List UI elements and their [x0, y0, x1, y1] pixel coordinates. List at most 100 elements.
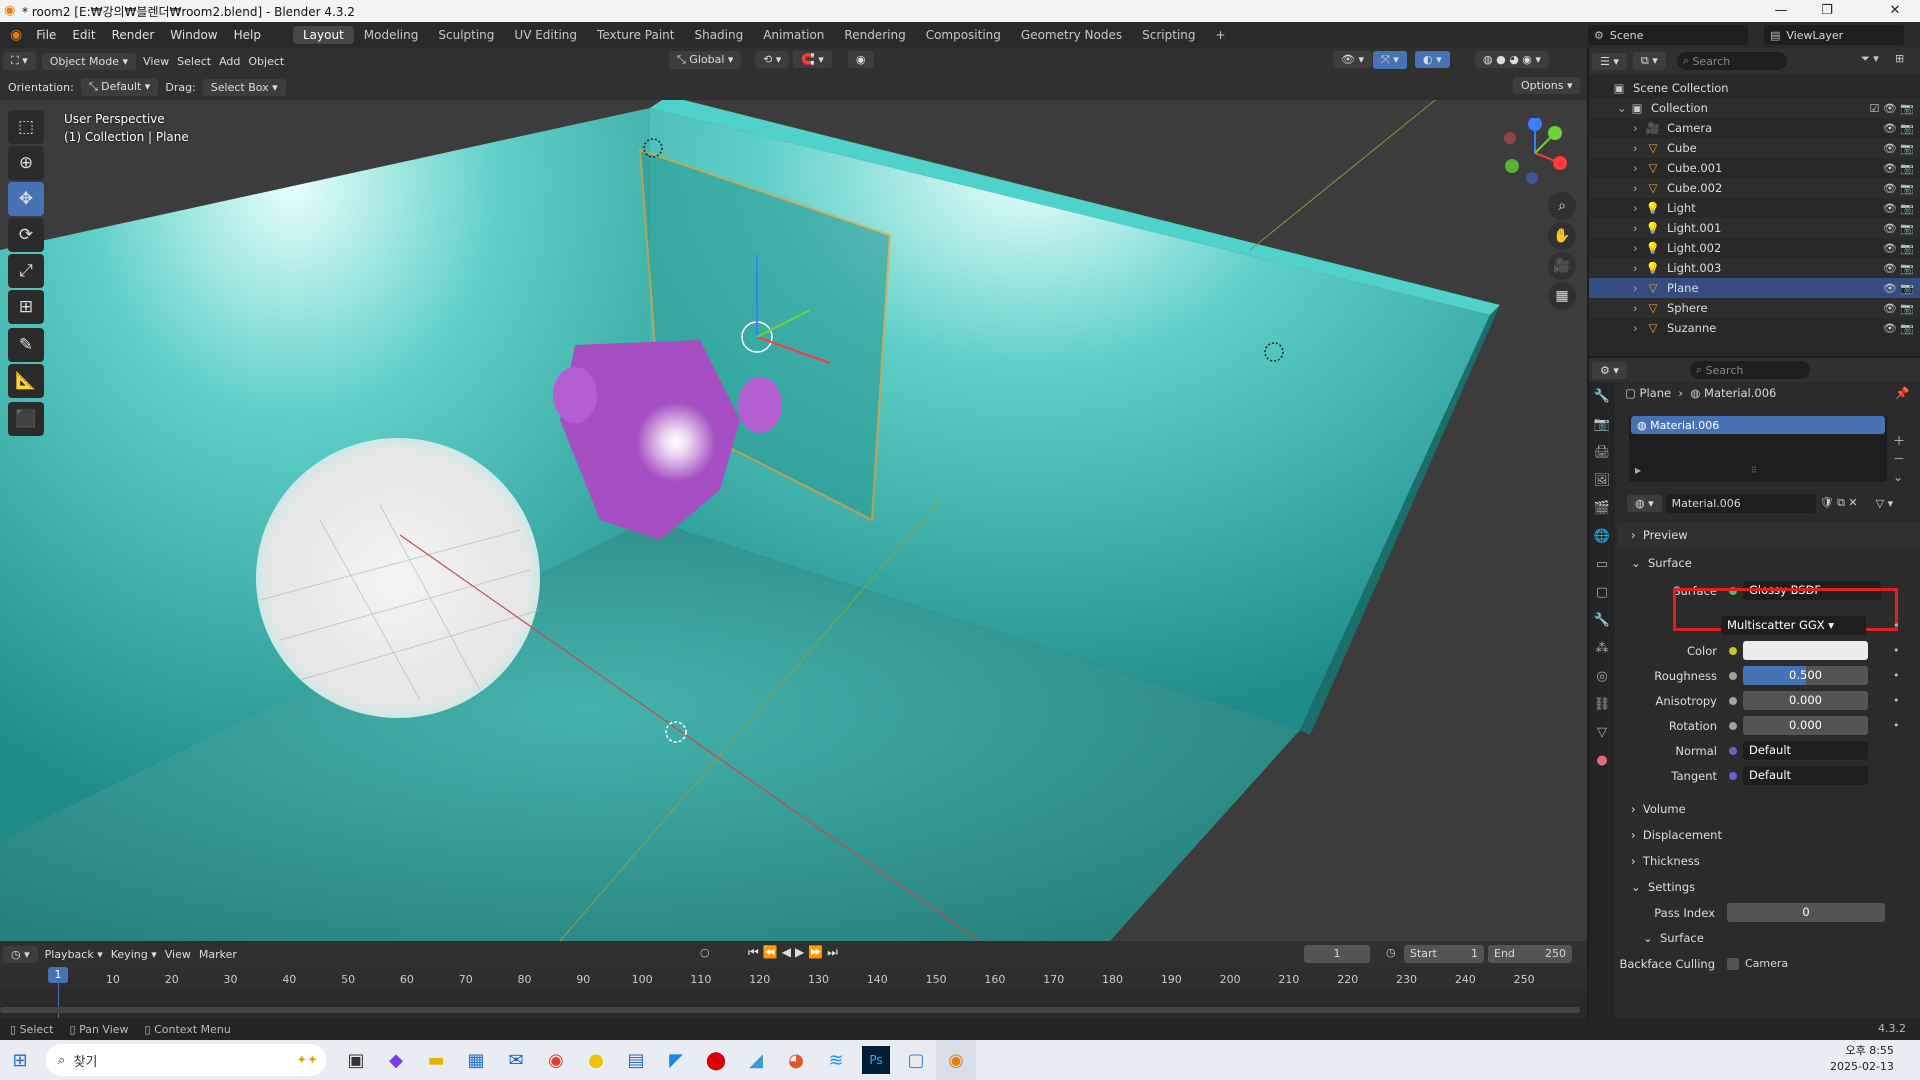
displacement-panel-header[interactable]: › Displacement [1617, 822, 1920, 848]
tab-uv-editing[interactable]: UV Editing [504, 26, 587, 44]
tab-shading[interactable]: Shading [684, 26, 753, 44]
volume-panel-header[interactable]: › Volume [1617, 796, 1920, 822]
orientation-dropdown[interactable]: ⤡ Default ▾ [80, 78, 159, 96]
distribution-dropdown[interactable]: Multiscatter GGX ▾ [1721, 616, 1866, 635]
number-field[interactable]: 0.000 [1743, 716, 1868, 735]
rotate-icon[interactable]: ⟳ [8, 218, 44, 252]
chevron-right-icon[interactable]: › [1633, 321, 1645, 335]
menu-help[interactable]: Help [226, 28, 269, 42]
photoshop-icon[interactable]: Ps [862, 1046, 890, 1074]
visibility-toggles[interactable]: 👁 📷 [1883, 322, 1914, 335]
camera-view-icon[interactable]: 🎥 [1548, 252, 1576, 280]
menu-object[interactable]: Object [248, 55, 284, 68]
tab-modeling[interactable]: Modeling [354, 26, 429, 44]
color-field[interactable] [1743, 641, 1868, 660]
menu-file[interactable]: File [28, 28, 64, 42]
visibility-toggles[interactable]: 👁 📷 [1883, 142, 1914, 155]
tab-animation[interactable]: Animation [753, 26, 834, 44]
3d-viewport[interactable] [0, 100, 1587, 941]
menu-keying[interactable]: Keying ▾ [111, 948, 157, 961]
timeline-editor-type[interactable]: ◷ ▾ [3, 945, 38, 963]
material-name-field[interactable]: Material.006 [1665, 493, 1816, 513]
menu-timeline-view[interactable]: View [165, 948, 191, 961]
taskbar-search[interactable]: ⌕ 찾기 ✦✦ [46, 1044, 326, 1076]
windows-start-icon[interactable]: ⊞ [0, 1040, 40, 1080]
scale-icon[interactable]: ⤢ [8, 254, 44, 288]
tab-compositing[interactable]: Compositing [916, 26, 1011, 44]
file-explorer-icon[interactable]: ▬ [416, 1040, 456, 1080]
visibility-toggles[interactable]: 👁 📷 [1883, 302, 1914, 315]
select-box-icon[interactable]: ⬚ [8, 110, 44, 144]
settings-panel-header[interactable]: ⌄ Settings [1617, 874, 1920, 900]
add-workspace-icon[interactable]: + [1206, 26, 1236, 44]
keyframe-icon[interactable]: • [1893, 669, 1900, 682]
playback-controls[interactable]: ⏮⏪◀▶⏩⏭ [748, 945, 842, 960]
outlook-icon[interactable]: ✉ [496, 1040, 536, 1080]
tab-rendering[interactable]: Rendering [834, 26, 915, 44]
visibility-toggles[interactable]: 👁 📷 [1883, 262, 1914, 275]
keyframe-icon[interactable]: • [1893, 694, 1900, 707]
chevron-down-icon[interactable]: ⌄ [1617, 101, 1629, 115]
measure-icon[interactable]: 📐 [8, 364, 44, 398]
autokey-icon[interactable]: ○ [700, 946, 710, 959]
app-blue-icon[interactable]: ≋ [816, 1040, 856, 1080]
calculator-icon[interactable]: ▤ [616, 1040, 656, 1080]
output-tab-icon[interactable]: 🖨 [1589, 438, 1615, 466]
editor-type-button[interactable]: ⛶ ▾ [3, 52, 36, 70]
slot-buttons[interactable]: ＋－ ⌄ [1893, 432, 1905, 486]
outliner-search[interactable]: ⌕ Search [1676, 52, 1787, 70]
taskbar-clock[interactable]: 오후 8:55 2025-02-13 [1830, 1043, 1894, 1075]
menu-add[interactable]: Add [219, 55, 240, 68]
tab-layout[interactable]: Layout [292, 26, 354, 44]
kakaotalk-icon[interactable]: ● [576, 1040, 616, 1080]
visibility-toggles[interactable]: 👁 📷 [1883, 282, 1914, 295]
maximize-icon[interactable]: ❐ [1804, 0, 1850, 22]
pan-hand-icon[interactable]: ✋ [1548, 222, 1576, 250]
material-datablock-icons[interactable]: 🛡 ⧉ ✕ [1820, 496, 1858, 510]
task-view-icon[interactable]: ▣ [336, 1040, 376, 1080]
current-frame-field[interactable]: 1 [1304, 945, 1370, 963]
tab-geometry-nodes[interactable]: Geometry Nodes [1011, 26, 1132, 44]
chevron-right-icon[interactable]: › [1633, 161, 1645, 175]
copilot-icon[interactable]: ◆ [376, 1040, 416, 1080]
outliner-item[interactable]: › 🎥 Camera 👁 📷 [1589, 118, 1920, 138]
scene-selector[interactable]: ⚙ Scene [1588, 25, 1748, 45]
scene-collection-row[interactable]: ▣ Scene Collection [1589, 78, 1920, 98]
transform-icon[interactable]: ⊞ [8, 290, 44, 324]
vscode-icon[interactable]: ◤ [656, 1040, 696, 1080]
vector-input-field[interactable]: Default [1743, 766, 1868, 785]
collection-toggles[interactable]: ☑ 👁 📷 [1869, 102, 1914, 115]
chevron-right-icon[interactable]: › [1633, 261, 1645, 275]
outliner-item[interactable]: › 💡 Light 👁 📷 [1589, 198, 1920, 218]
end-frame-field[interactable]: End 250 [1488, 945, 1572, 963]
chevron-right-icon[interactable]: › [1633, 121, 1645, 135]
outliner-item[interactable]: › 💡 Light.002 👁 📷 [1589, 238, 1920, 258]
firefox-icon[interactable]: ◕ [776, 1040, 816, 1080]
vector-input-field[interactable]: Default [1743, 741, 1868, 760]
axis-gizmo[interactable] [1500, 118, 1570, 188]
pivot-icon[interactable]: ⟲ ▾ [755, 51, 790, 68]
keyframe-icon[interactable]: • [1893, 719, 1900, 732]
scene-tab-icon[interactable]: 🎬 [1589, 494, 1615, 522]
menu-edit[interactable]: Edit [64, 28, 103, 42]
menu-select[interactable]: Select [177, 55, 211, 68]
chrome-icon[interactable]: ◉ [536, 1040, 576, 1080]
backface-culling-checkbox[interactable] [1727, 957, 1739, 970]
store-icon[interactable]: ▦ [456, 1040, 496, 1080]
properties-editor-type[interactable]: ⚙ ▾ [1592, 361, 1627, 379]
ortho-grid-icon[interactable]: ▦ [1548, 282, 1576, 310]
visibility-icon[interactable]: 👁 ▾ [1333, 51, 1372, 68]
zoom-icon[interactable]: ⌕ [1548, 192, 1576, 220]
collection-row[interactable]: ⌄ ▣ Collection ☑ 👁 📷 [1589, 98, 1920, 118]
data-tab-icon[interactable]: ▽ [1589, 718, 1615, 746]
outliner[interactable]: ▣ Scene Collection ⌄ ▣ Collection ☑ 👁 📷 … [1589, 48, 1920, 356]
thickness-panel-header[interactable]: › Thickness [1617, 848, 1920, 874]
options-dropdown[interactable]: Options ▾ [1513, 77, 1581, 94]
view-layer-tab-icon[interactable]: 🖼 [1589, 466, 1615, 494]
chevron-right-icon[interactable]: › [1633, 141, 1645, 155]
menu-view[interactable]: View [143, 55, 169, 68]
menu-window[interactable]: Window [162, 28, 225, 42]
menu-render[interactable]: Render [104, 28, 163, 42]
visibility-toggles[interactable]: 👁 📷 [1883, 202, 1914, 215]
expand-icon[interactable]: ▶ [1635, 466, 1641, 475]
